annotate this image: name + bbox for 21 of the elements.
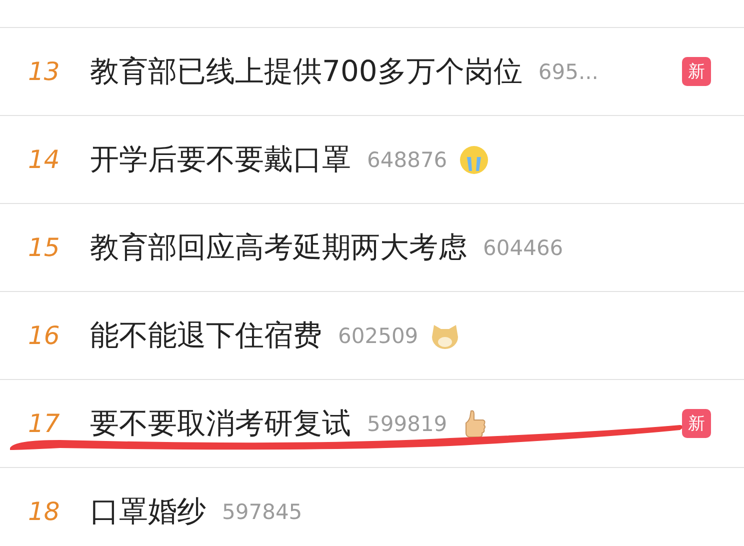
topic-title[interactable]: 能不能退下住宿费 (90, 316, 322, 356)
heat-count: 695... (538, 60, 598, 84)
heat-count: 599819 (367, 412, 448, 436)
heat-count: 604466 (483, 236, 564, 260)
new-badge: 新 (682, 57, 711, 86)
rank-number: 13 (28, 57, 61, 86)
new-badge: 新 (682, 409, 711, 438)
topic-title[interactable]: 口罩婚纱 (90, 492, 206, 532)
topic-title[interactable]: 要不要取消考研复试 (90, 404, 351, 444)
crying-emoji-icon (459, 144, 490, 174)
heat-count: 597845 (222, 500, 302, 524)
rank-number: 16 (28, 321, 61, 350)
rank-number: 15 (28, 233, 61, 262)
heat-count: 648876 (367, 148, 448, 172)
rank-number: 14 (28, 145, 61, 174)
rank-number: 18 (28, 497, 61, 526)
topic-title[interactable]: 开学后要不要戴口罩 (90, 140, 351, 180)
heat-count: 602509 (338, 324, 418, 348)
topic-title[interactable]: 教育部已线上提供700多万个岗位 (90, 52, 522, 92)
topic-title[interactable]: 教育部回应高考延期两大考虑 (90, 228, 467, 268)
rank-number: 17 (28, 409, 61, 438)
